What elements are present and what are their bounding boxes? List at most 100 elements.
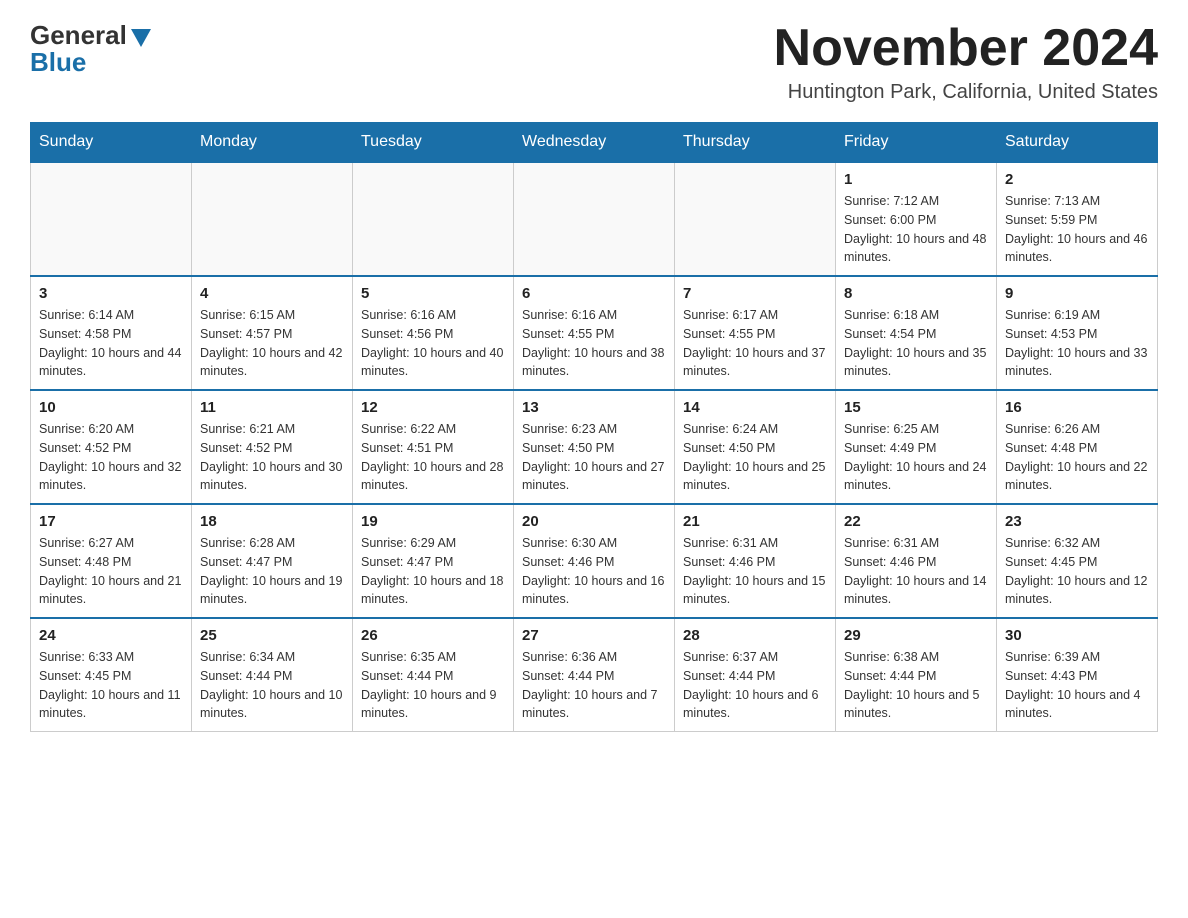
calendar-cell: 12 Sunrise: 6:22 AMSunset: 4:51 PMDayligh… — [353, 390, 514, 504]
calendar-week-row: 17 Sunrise: 6:27 AMSunset: 4:48 PMDayligh… — [31, 504, 1158, 618]
day-info: Sunrise: 6:32 AMSunset: 4:45 PMDaylight:… — [1005, 534, 1149, 609]
calendar-cell: 20Sunrise: 6:30 AMSunset: 4:46 PMDayligh… — [514, 504, 675, 618]
day-number: 1 — [844, 171, 988, 188]
day-of-week-header: Thursday — [675, 123, 836, 163]
day-info: Sunrise: 6:26 AMSunset: 4:48 PMDaylight:… — [1005, 420, 1149, 495]
location-title: Huntington Park, California, United Stat… — [774, 81, 1158, 104]
calendar-week-row: 3 Sunrise: 6:14 AMSunset: 4:58 PMDaylight… — [31, 276, 1158, 390]
day-number: 22 — [844, 513, 988, 530]
calendar-cell: 22 Sunrise: 6:31 AMSunset: 4:46 PMDayligh… — [836, 504, 997, 618]
day-number: 16 — [1005, 399, 1149, 416]
day-number: 7 — [683, 285, 827, 302]
calendar-cell: 9 Sunrise: 6:19 AMSunset: 4:53 PMDaylight… — [997, 276, 1158, 390]
day-of-week-header: Friday — [836, 123, 997, 163]
day-number: 3 — [39, 285, 183, 302]
day-of-week-header: Wednesday — [514, 123, 675, 163]
day-info: Sunrise: 6:31 AMSunset: 4:46 PMDaylight:… — [683, 534, 827, 609]
calendar-cell: 21 Sunrise: 6:31 AMSunset: 4:46 PMDayligh… — [675, 504, 836, 618]
day-of-week-header: Saturday — [997, 123, 1158, 163]
day-info: Sunrise: 6:15 AMSunset: 4:57 PMDaylight:… — [200, 306, 344, 381]
day-number: 26 — [361, 627, 505, 644]
day-info: Sunrise: 6:20 AMSunset: 4:52 PMDaylight:… — [39, 420, 183, 495]
day-info: Sunrise: 6:31 AMSunset: 4:46 PMDaylight:… — [844, 534, 988, 609]
day-info: Sunrise: 6:33 AMSunset: 4:45 PMDaylight:… — [39, 648, 183, 723]
day-info: Sunrise: 6:23 AMSunset: 4:50 PMDaylight:… — [522, 420, 666, 495]
day-info: Sunrise: 6:36 AMSunset: 4:44 PMDaylight:… — [522, 648, 666, 723]
day-number: 9 — [1005, 285, 1149, 302]
calendar-cell — [675, 162, 836, 276]
day-number: 24 — [39, 627, 183, 644]
day-number: 5 — [361, 285, 505, 302]
day-info: Sunrise: 6:19 AMSunset: 4:53 PMDaylight:… — [1005, 306, 1149, 381]
day-number: 11 — [200, 399, 344, 416]
calendar-cell — [514, 162, 675, 276]
day-info: Sunrise: 6:38 AMSunset: 4:44 PMDaylight:… — [844, 648, 988, 723]
calendar-cell: 17 Sunrise: 6:27 AMSunset: 4:48 PMDayligh… — [31, 504, 192, 618]
calendar-cell: 29 Sunrise: 6:38 AMSunset: 4:44 PMDayligh… — [836, 618, 997, 732]
day-info: Sunrise: 6:39 AMSunset: 4:43 PMDaylight:… — [1005, 648, 1149, 723]
day-info: Sunrise: 7:13 AMSunset: 5:59 PMDaylight:… — [1005, 192, 1149, 267]
day-info: Sunrise: 7:12 AMSunset: 6:00 PMDaylight:… — [844, 192, 988, 267]
day-info: Sunrise: 6:35 AMSunset: 4:44 PMDaylight:… — [361, 648, 505, 723]
day-number: 25 — [200, 627, 344, 644]
calendar-cell: 5 Sunrise: 6:16 AMSunset: 4:56 PMDaylight… — [353, 276, 514, 390]
calendar-cell: 8Sunrise: 6:18 AMSunset: 4:54 PMDaylight… — [836, 276, 997, 390]
day-info: Sunrise: 6:14 AMSunset: 4:58 PMDaylight:… — [39, 306, 183, 381]
calendar-cell: 13 Sunrise: 6:23 AMSunset: 4:50 PMDayligh… — [514, 390, 675, 504]
month-title: November 2024 — [774, 20, 1158, 77]
calendar-cell: 15 Sunrise: 6:25 AMSunset: 4:49 PMDayligh… — [836, 390, 997, 504]
day-number: 21 — [683, 513, 827, 530]
calendar-cell: 27 Sunrise: 6:36 AMSunset: 4:44 PMDayligh… — [514, 618, 675, 732]
calendar-week-row: 24 Sunrise: 6:33 AMSunset: 4:45 PMDayligh… — [31, 618, 1158, 732]
calendar-cell: 6 Sunrise: 6:16 AMSunset: 4:55 PMDaylight… — [514, 276, 675, 390]
logo: General Blue — [30, 20, 151, 78]
calendar-cell: 3 Sunrise: 6:14 AMSunset: 4:58 PMDaylight… — [31, 276, 192, 390]
day-info: Sunrise: 6:17 AMSunset: 4:55 PMDaylight:… — [683, 306, 827, 381]
day-info: Sunrise: 6:34 AMSunset: 4:44 PMDaylight:… — [200, 648, 344, 723]
day-info: Sunrise: 6:30 AMSunset: 4:46 PMDaylight:… — [522, 534, 666, 609]
day-info: Sunrise: 6:22 AMSunset: 4:51 PMDaylight:… — [361, 420, 505, 495]
day-of-week-header: Tuesday — [353, 123, 514, 163]
day-number: 27 — [522, 627, 666, 644]
day-number: 23 — [1005, 513, 1149, 530]
day-number: 15 — [844, 399, 988, 416]
day-info: Sunrise: 6:21 AMSunset: 4:52 PMDaylight:… — [200, 420, 344, 495]
day-number: 17 — [39, 513, 183, 530]
day-number: 12 — [361, 399, 505, 416]
day-number: 2 — [1005, 171, 1149, 188]
logo-arrow-icon — [131, 29, 151, 47]
day-number: 18 — [200, 513, 344, 530]
calendar-cell: 25 Sunrise: 6:34 AMSunset: 4:44 PMDayligh… — [192, 618, 353, 732]
day-number: 14 — [683, 399, 827, 416]
day-number: 19 — [361, 513, 505, 530]
day-number: 6 — [522, 285, 666, 302]
day-number: 13 — [522, 399, 666, 416]
calendar-cell: 7 Sunrise: 6:17 AMSunset: 4:55 PMDaylight… — [675, 276, 836, 390]
calendar-cell: 28Sunrise: 6:37 AMSunset: 4:44 PMDayligh… — [675, 618, 836, 732]
day-info: Sunrise: 6:16 AMSunset: 4:55 PMDaylight:… — [522, 306, 666, 381]
day-number: 30 — [1005, 627, 1149, 644]
day-of-week-header: Sunday — [31, 123, 192, 163]
logo-blue-text: Blue — [30, 47, 86, 78]
day-number: 29 — [844, 627, 988, 644]
day-info: Sunrise: 6:18 AMSunset: 4:54 PMDaylight:… — [844, 306, 988, 381]
calendar-cell: 16 Sunrise: 6:26 AMSunset: 4:48 PMDayligh… — [997, 390, 1158, 504]
calendar-cell — [353, 162, 514, 276]
day-info: Sunrise: 6:28 AMSunset: 4:47 PMDaylight:… — [200, 534, 344, 609]
calendar-cell: 30 Sunrise: 6:39 AMSunset: 4:43 PMDayligh… — [997, 618, 1158, 732]
calendar-cell: 23 Sunrise: 6:32 AMSunset: 4:45 PMDayligh… — [997, 504, 1158, 618]
calendar-cell — [192, 162, 353, 276]
day-number: 10 — [39, 399, 183, 416]
day-info: Sunrise: 6:16 AMSunset: 4:56 PMDaylight:… — [361, 306, 505, 381]
day-info: Sunrise: 6:27 AMSunset: 4:48 PMDaylight:… — [39, 534, 183, 609]
calendar-cell — [31, 162, 192, 276]
calendar-cell: 11 Sunrise: 6:21 AMSunset: 4:52 PMDayligh… — [192, 390, 353, 504]
calendar-cell: 24 Sunrise: 6:33 AMSunset: 4:45 PMDayligh… — [31, 618, 192, 732]
title-area: November 2024 Huntington Park, Californi… — [774, 20, 1158, 104]
day-of-week-header: Monday — [192, 123, 353, 163]
calendar-table: SundayMondayTuesdayWednesdayThursdayFrid… — [30, 122, 1158, 732]
calendar-cell: 10 Sunrise: 6:20 AMSunset: 4:52 PMDayligh… — [31, 390, 192, 504]
day-info: Sunrise: 6:25 AMSunset: 4:49 PMDaylight:… — [844, 420, 988, 495]
page-header: General Blue November 2024 Huntington Pa… — [30, 20, 1158, 104]
calendar-cell: 14Sunrise: 6:24 AMSunset: 4:50 PMDayligh… — [675, 390, 836, 504]
